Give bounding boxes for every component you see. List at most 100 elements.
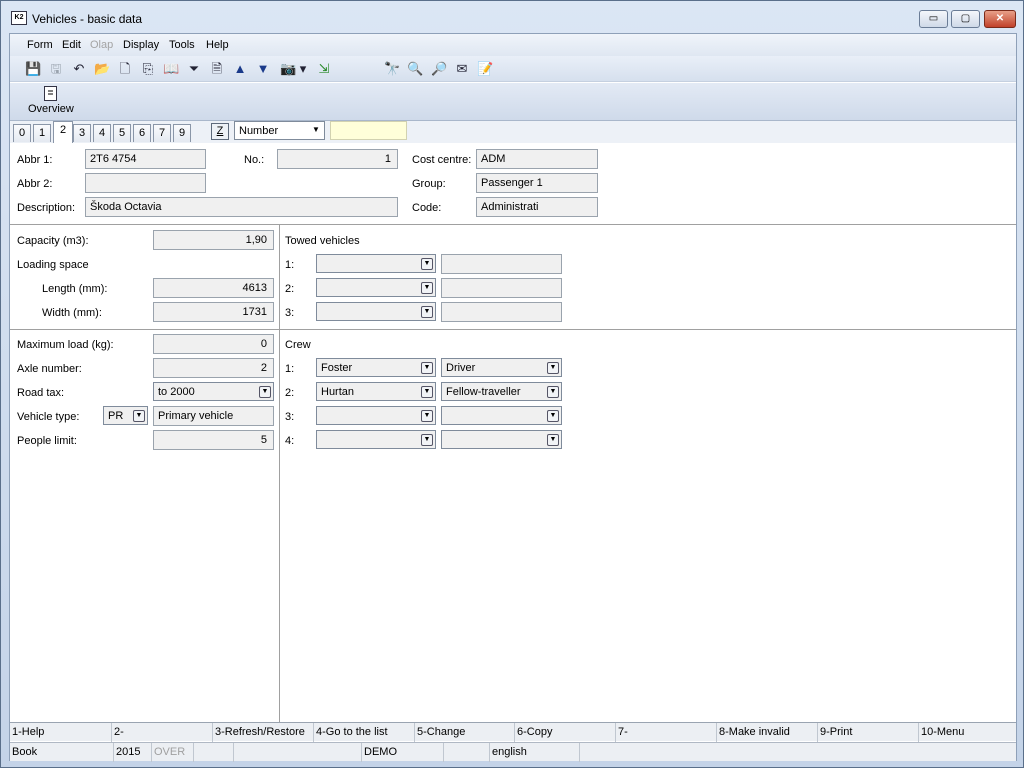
crew-person-combo[interactable]: ▼ [316,406,436,425]
vehicle-type-combo[interactable]: PR ▼ [103,406,148,425]
overview-button[interactable]: Overview [28,103,74,115]
binoculars-icon[interactable]: 🔭 [384,61,400,77]
towed-vehicle-field[interactable] [441,302,562,322]
z-button[interactable]: Z [211,123,229,140]
towed-vehicle-field[interactable] [441,254,562,274]
f4-button[interactable]: 4-Go to the list [313,723,414,742]
crew-role-combo[interactable]: Fellow-traveller ▼ [441,382,562,401]
menu-help[interactable]: Help [206,39,229,51]
overview-icon[interactable]: ≣ [44,86,57,101]
title-bar[interactable]: K2 Vehicles - basic data ▭ ▢ ✕ [1,1,1023,33]
number-field[interactable]: 1 [277,149,398,169]
road-tax-combo[interactable]: to 2000 ▼ [153,382,274,401]
chevron-down-icon[interactable]: ▼ [547,386,559,398]
arrow-up-icon[interactable]: ▲ [232,61,248,77]
max-load-field[interactable]: 0 [153,334,274,354]
chevron-down-icon[interactable]: ▼ [547,434,559,446]
tab-9[interactable]: 9 [173,124,191,142]
tab-6[interactable]: 6 [133,124,151,142]
f6-button[interactable]: 6-Copy [514,723,615,742]
menu-edit[interactable]: Edit [62,39,81,51]
capacity-field[interactable]: 1,90 [153,230,274,250]
f1-button[interactable]: 1-Help [10,723,111,742]
undo-icon[interactable]: ↶ [71,61,87,77]
chevron-down-icon[interactable]: ▼ [259,386,271,398]
crew-role-combo[interactable]: ▼ [441,406,562,425]
chevron-down-icon[interactable]: ▼ [547,362,559,374]
chevron-down-icon[interactable]: ▼ [421,434,433,446]
save-icon[interactable]: 💾 [25,61,41,77]
close-button[interactable]: ✕ [984,10,1016,28]
length-field[interactable]: 4613 [153,278,274,298]
save-as-icon[interactable]: 🖫 [48,61,64,77]
tab-0[interactable]: 0 [13,124,31,142]
crew-person-combo[interactable]: ▼ [316,430,436,449]
maximize-button[interactable]: ▢ [951,10,980,28]
mail-icon[interactable]: ✉ [454,61,470,77]
abbr1-field[interactable]: 2T6 4754 [85,149,206,169]
tab-2[interactable]: 2 [53,121,73,143]
towed-vehicle-field[interactable] [441,278,562,298]
quick-search-input[interactable] [330,121,407,140]
chevron-down-icon[interactable]: ▼ [421,362,433,374]
minimize-button[interactable]: ▭ [919,10,948,28]
width-field[interactable]: 1731 [153,302,274,322]
chevron-down-icon[interactable]: ▼ [421,282,433,294]
binoculars-next-icon[interactable]: 🔍 [407,61,423,77]
f2-button[interactable]: 2- [111,723,212,742]
menu-form[interactable]: Form [27,39,53,51]
chevron-down-icon[interactable]: ▼ [133,410,145,422]
export-icon[interactable]: ⇲ [316,61,332,77]
dropdown-arrow-icon[interactable]: ▾ [298,61,308,77]
axle-number-field[interactable]: 2 [153,358,274,378]
description-field[interactable]: Škoda Octavia [85,197,398,217]
cost-centre-field[interactable]: ADM [476,149,598,169]
tab-7[interactable]: 7 [153,124,171,142]
book-icon[interactable]: 📖 [163,61,179,77]
axle-number-label: Axle number: [17,363,82,375]
crew-row-label: 4: [285,435,295,447]
chevron-down-icon[interactable]: ▼ [421,306,433,318]
f8-button[interactable]: 8-Make invalid [716,723,817,742]
f3-button[interactable]: 3-Refresh/Restore [212,723,313,742]
chevron-down-icon[interactable]: ▼ [421,258,433,270]
menu-display[interactable]: Display [123,39,159,51]
f7-button[interactable]: 7- [615,723,716,742]
chevron-down-icon[interactable]: ▼ [421,410,433,422]
notes-icon[interactable]: 📝 [477,61,493,77]
camera-icon[interactable]: 📷 [280,61,296,77]
abbr1-label: Abbr 1: [17,154,53,166]
crew-person-combo[interactable]: Foster ▼ [316,358,436,377]
abbr2-field[interactable] [85,173,206,193]
crew-role-combo[interactable]: ▼ [441,430,562,449]
chevron-down-icon[interactable]: ▼ [421,386,433,398]
towed-vehicle-combo[interactable]: ▼ [316,302,436,321]
group-field[interactable]: Passenger 1 [476,173,598,193]
open-folder-icon[interactable]: 📂 [94,61,110,77]
crew-row-label: 3: [285,411,295,423]
towed-vehicle-combo[interactable]: ▼ [316,278,436,297]
f10-button[interactable]: 10-Menu [918,723,1016,742]
code-field[interactable]: Administrati [476,197,598,217]
arrow-down-icon[interactable]: ▼ [255,61,271,77]
tab-3[interactable]: 3 [73,124,91,142]
towed-vehicle-combo[interactable]: ▼ [316,254,436,273]
new-document-icon[interactable]: 🗋 [117,61,133,77]
people-limit-field[interactable]: 5 [153,430,274,450]
document-filter-icon[interactable]: 🗎 [209,61,225,77]
tab-1[interactable]: 1 [33,124,51,142]
menu-tools[interactable]: Tools [169,39,195,51]
crew-person-combo[interactable]: Hurtan ▼ [316,382,436,401]
tab-5[interactable]: 5 [113,124,131,142]
chevron-down-icon[interactable]: ▼ [310,125,322,137]
filter-icon[interactable]: ⏷ [186,61,202,77]
sort-combo[interactable]: Number ▼ [234,121,325,140]
copy-icon[interactable]: ⎘ [140,61,156,77]
tab-4[interactable]: 4 [93,124,111,142]
f9-button[interactable]: 9-Print [817,723,918,742]
chevron-down-icon[interactable]: ▼ [547,410,559,422]
f5-button[interactable]: 5-Change [414,723,514,742]
vehicle-type-field[interactable]: Primary vehicle [153,406,274,426]
crew-role-combo[interactable]: Driver ▼ [441,358,562,377]
binoculars-settings-icon[interactable]: 🔎 [431,61,447,77]
